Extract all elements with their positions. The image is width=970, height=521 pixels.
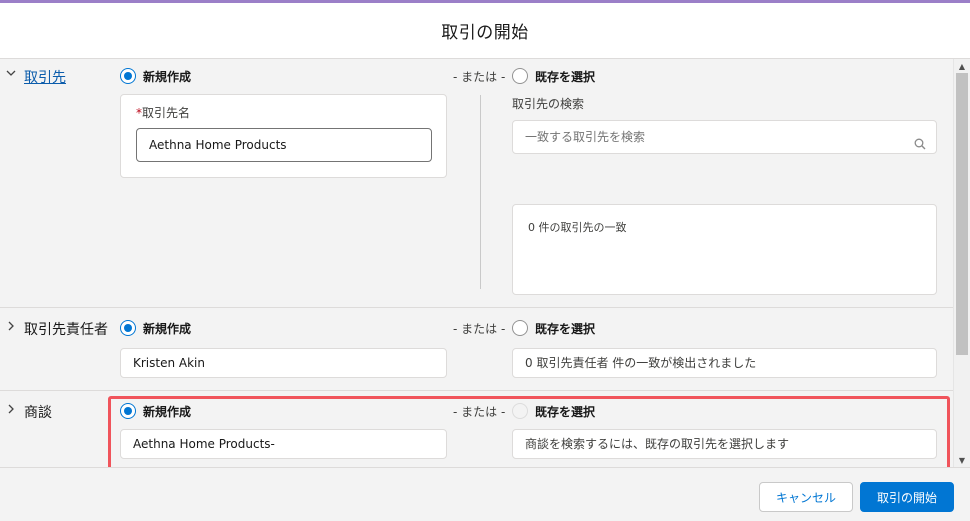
modal-title: 取引の開始 [441, 23, 529, 43]
chevron-right-icon[interactable] [4, 320, 18, 336]
account-results-text: 0 件の取引先の一致 [528, 221, 627, 234]
cancel-button[interactable]: キャンセル [759, 482, 853, 512]
vertical-scrollbar[interactable]: ▲ ▼ [953, 59, 970, 467]
convert-button[interactable]: 取引の開始 [860, 482, 954, 512]
account-section-title[interactable]: 取引先 [24, 67, 66, 87]
opportunity-section: 商談 新規作成 - または - 既存を選択 Aethna Home Produc… [0, 390, 953, 467]
section-divider [480, 95, 481, 289]
chevron-down-icon[interactable] [4, 67, 18, 83]
account-existing-label: 既存を選択 [535, 70, 596, 84]
account-name-input[interactable]: Aethna Home Products [136, 128, 432, 162]
account-search-label: 取引先の検索 [512, 97, 585, 111]
opportunity-section-title: 商談 [24, 405, 52, 421]
contact-section: 取引先責任者 新規作成 - または - 既存を選択 Kristen Akin 0… [0, 307, 953, 389]
opportunity-new-radio[interactable] [120, 403, 136, 419]
modal-header: 取引の開始 [0, 3, 970, 59]
account-name-label-text: 取引先名 [142, 106, 191, 120]
account-new-card: *取引先名 Aethna Home Products [120, 94, 447, 178]
account-search-placeholder: 一致する取引先を検索 [525, 130, 646, 144]
account-new-radio[interactable] [120, 68, 136, 84]
opportunity-existing-label: 既存を選択 [535, 405, 596, 419]
chevron-right-icon[interactable] [4, 403, 18, 419]
opportunity-name-input[interactable]: Aethna Home Products- [120, 429, 447, 459]
account-or-text: - または - [453, 70, 506, 84]
account-results-box: 0 件の取引先の一致 [512, 204, 937, 295]
account-new-label: 新規作成 [143, 70, 192, 84]
contact-or-text: - または - [453, 322, 506, 336]
opportunity-hint-box: 商談を検索するには、既存の取引先を選択します [512, 429, 937, 459]
account-search-input[interactable]: 一致する取引先を検索 [512, 120, 937, 154]
modal-content: 取引先 新規作成 - または - 既存を選択 *取引先名 Aethna Home… [0, 59, 953, 467]
scroll-down-arrow-icon[interactable]: ▼ [954, 453, 970, 467]
contact-name-input[interactable]: Kristen Akin [120, 348, 447, 378]
opportunity-or-text: - または - [453, 405, 506, 419]
contact-match-box: 0 取引先責任者 件の一致が検出されました [512, 348, 937, 378]
contact-existing-radio[interactable] [512, 320, 528, 336]
scroll-up-arrow-icon[interactable]: ▲ [954, 59, 970, 73]
account-existing-radio[interactable] [512, 68, 528, 84]
contact-existing-label: 既存を選択 [535, 322, 596, 336]
opportunity-existing-radio [512, 403, 528, 419]
contact-new-label: 新規作成 [143, 322, 192, 336]
modal-footer: キャンセル 取引の開始 [0, 467, 970, 521]
account-section: 取引先 新規作成 - または - 既存を選択 *取引先名 Aethna Home… [0, 59, 953, 306]
contact-new-radio[interactable] [120, 320, 136, 336]
opportunity-new-label: 新規作成 [143, 405, 192, 419]
search-icon[interactable] [914, 130, 926, 150]
contact-section-title: 取引先責任者 [24, 322, 108, 338]
scrollbar-thumb[interactable] [956, 73, 968, 355]
account-name-label: *取引先名 [136, 104, 190, 121]
